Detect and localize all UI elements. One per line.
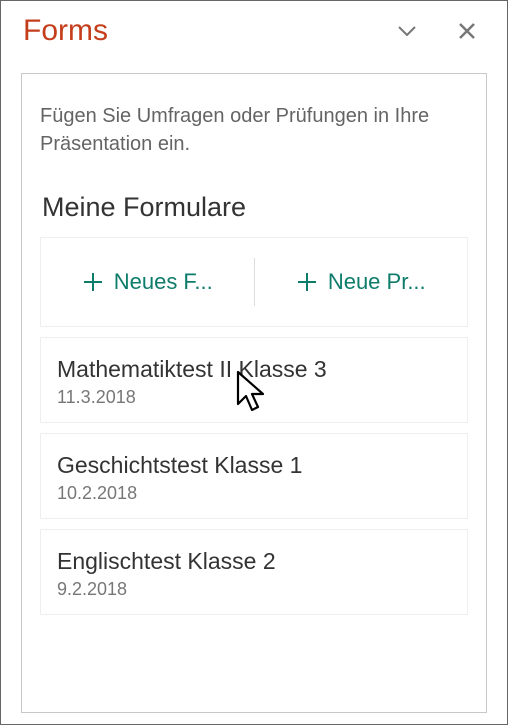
section-title: Meine Formulare xyxy=(42,192,468,223)
form-name: Geschichtstest Klasse 1 xyxy=(57,452,451,479)
form-date: 9.2.2018 xyxy=(57,579,451,600)
new-form-label: Neues F... xyxy=(114,269,213,295)
form-date: 10.2.2018 xyxy=(57,483,451,504)
form-item[interactable]: Englischtest Klasse 2 9.2.2018 xyxy=(40,529,468,615)
form-name: Mathematiktest II Klasse 3 xyxy=(57,356,451,383)
forms-panel: Fügen Sie Umfragen oder Prüfungen in Ihr… xyxy=(21,73,487,713)
new-quiz-button[interactable]: Neue Pr... xyxy=(255,238,468,326)
close-icon xyxy=(458,22,476,40)
form-item[interactable]: Geschichtstest Klasse 1 10.2.2018 xyxy=(40,433,468,519)
chevron-down-icon xyxy=(398,26,416,36)
menu-dropdown-button[interactable] xyxy=(387,11,427,51)
pane-header: Forms xyxy=(1,1,507,61)
form-item[interactable]: Mathematiktest II Klasse 3 11.3.2018 xyxy=(40,337,468,423)
intro-text: Fügen Sie Umfragen oder Prüfungen in Ihr… xyxy=(40,102,468,158)
new-actions-row: Neues F... Neue Pr... xyxy=(40,237,468,327)
new-quiz-label: Neue Pr... xyxy=(328,269,426,295)
form-name: Englischtest Klasse 2 xyxy=(57,548,451,575)
form-date: 11.3.2018 xyxy=(57,387,451,408)
close-button[interactable] xyxy=(447,11,487,51)
plus-icon xyxy=(296,271,318,293)
pane-title: Forms xyxy=(23,14,367,48)
new-form-button[interactable]: Neues F... xyxy=(41,238,254,326)
plus-icon xyxy=(82,271,104,293)
